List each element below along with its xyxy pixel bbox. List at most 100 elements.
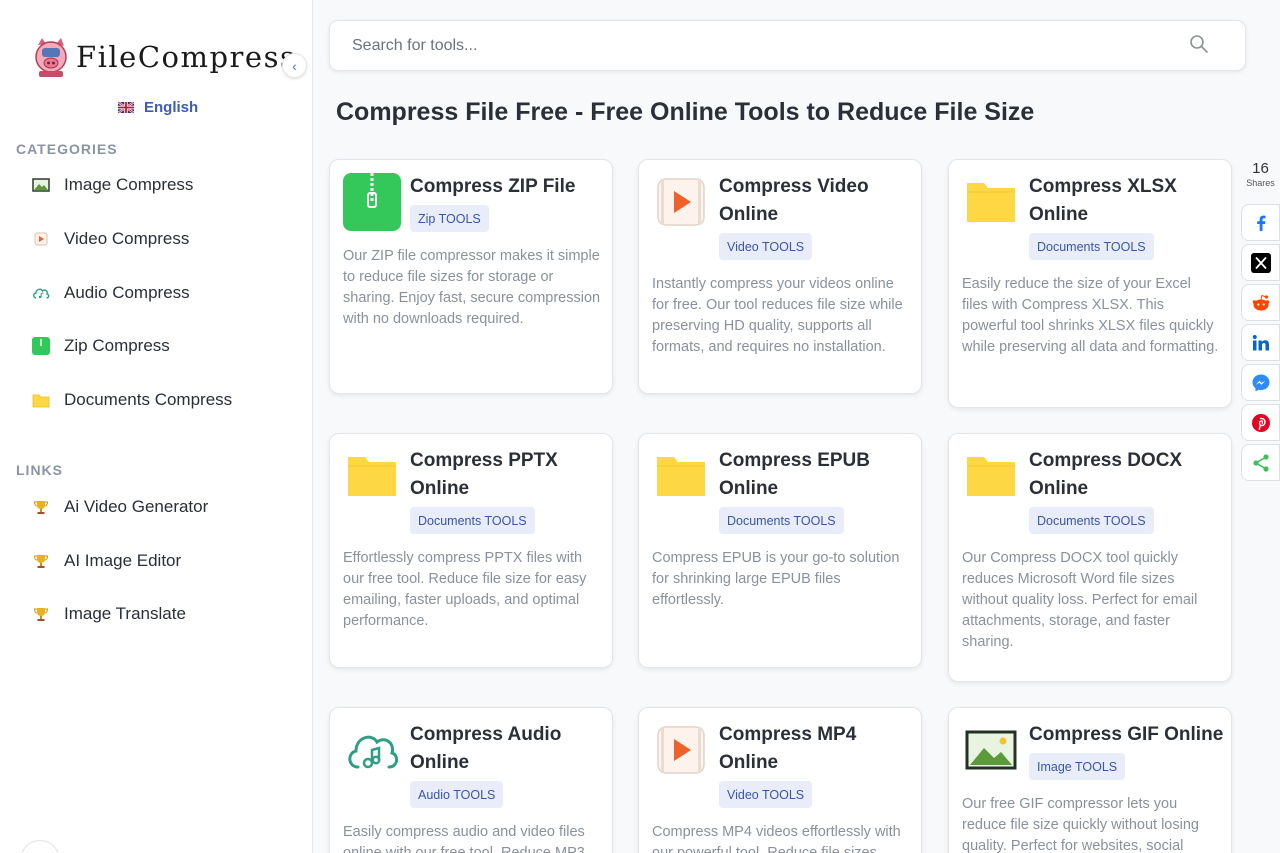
uk-flag-icon (118, 102, 134, 113)
language-label: English (144, 99, 199, 116)
zip-icon (342, 172, 402, 232)
card-description: Compress MP4 videos effortlessly with ou… (652, 824, 901, 853)
card-badge[interactable]: Zip TOOLS (410, 205, 489, 232)
folder-icon (961, 446, 1021, 506)
card-title[interactable]: Compress Video Online (719, 173, 914, 229)
sidebar-item-video-compress[interactable]: Video Compress (32, 224, 189, 254)
share-count-number: 16 (1252, 160, 1269, 177)
sidebar-link-label: Ai Video Generator (64, 497, 209, 516)
facebook-icon (1256, 215, 1265, 231)
folder-icon (651, 446, 711, 506)
card-badge[interactable]: Audio TOOLS (410, 781, 504, 808)
card-title[interactable]: Compress DOCX Online (1029, 447, 1224, 503)
folder-icon (32, 391, 50, 409)
tool-card-compress-zip[interactable]: Compress ZIP File Zip TOOLS Our ZIP file… (329, 159, 613, 394)
trophy-icon (32, 605, 50, 623)
search-input[interactable] (352, 33, 1172, 59)
trophy-icon (32, 552, 50, 570)
card-description: Compress EPUB is your go-to solution for… (652, 550, 900, 608)
sidebar-item-label: Video Compress (64, 229, 190, 248)
sidebar-item-label: Documents Compress (64, 390, 233, 409)
audio-cloud-icon (32, 284, 50, 302)
card-title[interactable]: Compress PPTX Online (410, 447, 605, 503)
sidebar-bottom-button[interactable] (20, 840, 60, 853)
video-icon (651, 720, 711, 780)
audio-cloud-icon (342, 720, 402, 780)
card-title[interactable]: Compress XLSX Online (1029, 173, 1224, 229)
card-description: Our ZIP file compressor makes it simple … (343, 248, 601, 327)
logo[interactable]: FileCompress (30, 36, 296, 78)
card-badge[interactable]: Documents TOOLS (1029, 507, 1154, 534)
sidebar-item-label: Audio Compress (64, 283, 190, 302)
search-bar (329, 20, 1246, 71)
sidebar-link-ai-image-editor[interactable]: AI Image Editor (32, 546, 181, 576)
sidebar-link-label: Image Translate (64, 604, 186, 623)
linkedin-icon (1252, 334, 1269, 350)
tool-card-compress-docx[interactable]: Compress DOCX Online Documents TOOLS Our… (948, 433, 1232, 682)
card-description: Our free GIF compressor lets you reduce … (962, 796, 1199, 853)
video-icon (32, 230, 50, 248)
tool-card-compress-mp4[interactable]: Compress MP4 Online Video TOOLS Compress… (638, 707, 922, 853)
sidebar-link-ai-video-generator[interactable]: Ai Video Generator (32, 492, 208, 522)
card-title[interactable]: Compress EPUB Online (719, 447, 914, 503)
card-description: Effortlessly compress PPTX files with ou… (343, 550, 587, 629)
pig-logo-icon (35, 38, 67, 77)
tool-card-compress-video[interactable]: Compress Video Online Video TOOLS Instan… (638, 159, 922, 394)
sidebar-link-label: AI Image Editor (64, 551, 182, 570)
reddit-icon (1252, 294, 1269, 310)
card-description: Our Compress DOCX tool quickly reduces M… (962, 550, 1198, 650)
tool-card-compress-epub[interactable]: Compress EPUB Online Documents TOOLS Com… (638, 433, 922, 668)
pinterest-icon (1251, 413, 1270, 432)
card-badge[interactable]: Documents TOOLS (410, 507, 535, 534)
card-badge[interactable]: Documents TOOLS (719, 507, 844, 534)
tool-card-compress-pptx[interactable]: Compress PPTX Online Documents TOOLS Eff… (329, 433, 613, 668)
folder-icon (342, 446, 402, 506)
share-count-label: Shares (1246, 178, 1275, 188)
zip-icon (32, 337, 50, 355)
card-title[interactable]: Compress GIF Online (1029, 721, 1224, 749)
card-badge[interactable]: Documents TOOLS (1029, 233, 1154, 260)
folder-icon (961, 172, 1021, 232)
sidebar-link-image-translate[interactable]: Image Translate (32, 599, 186, 629)
tool-card-compress-audio[interactable]: Compress Audio Online Audio TOOLS Easily… (329, 707, 613, 853)
card-description: Instantly compress your videos online fo… (652, 276, 903, 355)
share-reddit-button[interactable] (1241, 284, 1280, 321)
tool-card-compress-gif[interactable]: Compress GIF Online Image TOOLS Our free… (948, 707, 1232, 853)
image-icon (961, 720, 1021, 780)
messenger-icon (1252, 374, 1269, 391)
share-more-button[interactable] (1241, 444, 1280, 481)
language-selector[interactable]: English (118, 99, 198, 116)
card-description: Easily compress audio and video files on… (343, 824, 585, 853)
collapse-sidebar-button[interactable]: ‹ (282, 53, 307, 78)
chevron-left-icon: ‹ (292, 57, 297, 74)
page-title: Compress File Free - Free Online Tools t… (336, 98, 1035, 126)
card-title[interactable]: Compress ZIP File (410, 173, 605, 201)
sidebar-item-zip-compress[interactable]: Zip Compress (32, 331, 170, 361)
sidebar-item-label: Zip Compress (64, 336, 170, 355)
sidebar-item-documents-compress[interactable]: Documents Compress (32, 385, 232, 415)
card-description: Easily reduce the size of your Excel fil… (962, 276, 1219, 355)
tool-card-compress-xlsx[interactable]: Compress XLSX Online Documents TOOLS Eas… (948, 159, 1232, 408)
sidebar-item-audio-compress[interactable]: Audio Compress (32, 278, 190, 308)
share-linkedin-button[interactable] (1241, 324, 1280, 361)
share-facebook-button[interactable] (1241, 204, 1280, 241)
image-icon (32, 176, 50, 194)
card-title[interactable]: Compress Audio Online (410, 721, 605, 777)
share-pinterest-button[interactable] (1241, 404, 1280, 441)
video-icon (651, 172, 711, 232)
logo-text: FileCompress (76, 40, 297, 74)
sidebar-item-image-compress[interactable]: Image Compress (32, 170, 193, 200)
card-badge[interactable]: Video TOOLS (719, 233, 813, 260)
share-messenger-button[interactable] (1241, 364, 1280, 401)
card-badge[interactable]: Video TOOLS (719, 781, 813, 808)
share-count: 16 Shares (1241, 160, 1280, 188)
sidebar-item-label: Image Compress (64, 175, 194, 194)
links-heading: LINKS (16, 462, 63, 478)
search-icon[interactable] (1189, 34, 1209, 54)
share-icon (1252, 453, 1269, 472)
sidebar: FileCompress ‹ English CATEGORIES Image … (0, 0, 313, 853)
card-badge[interactable]: Image TOOLS (1029, 753, 1126, 780)
card-title[interactable]: Compress MP4 Online (719, 721, 914, 777)
x-icon (1250, 252, 1271, 273)
share-x-button[interactable] (1241, 244, 1280, 281)
